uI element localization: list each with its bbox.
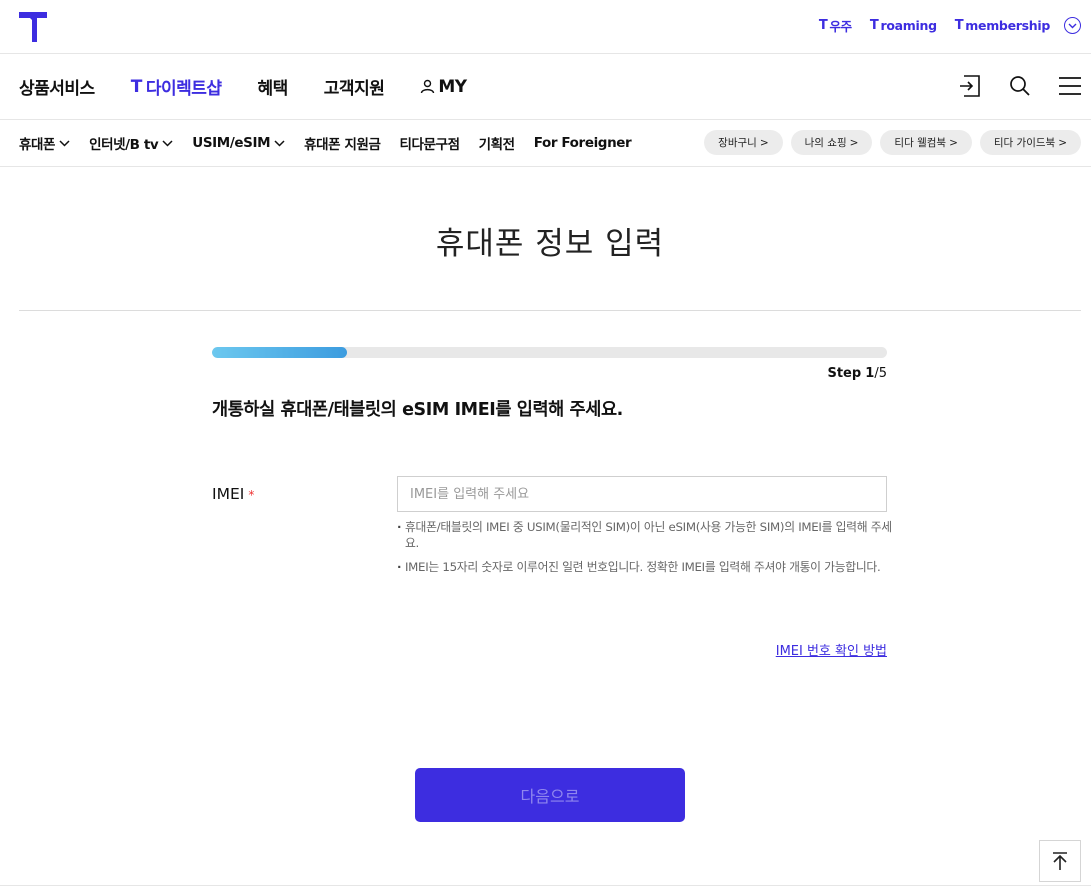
note-item: 휴대폰/태블릿의 IMEI 중 USIM(물리적인 SIM)이 아닌 eSIM(… <box>397 519 892 551</box>
chip-guide-book[interactable]: 티다 가이드북 > <box>979 130 1081 155</box>
note-item: IMEI는 15자리 숫자로 이루어진 일련 번호입니다. 정확한 IMEI를 … <box>397 559 892 575</box>
t-logo[interactable] <box>19 12 47 42</box>
sub-nav: 휴대폰 인터넷/B tv USIM/eSIM 휴대폰 지원금 티다문구점 기획전… <box>0 120 1091 167</box>
chevron-down-icon <box>59 139 70 147</box>
progress-fill <box>212 347 347 358</box>
scroll-top-button[interactable] <box>1039 840 1081 882</box>
subnav-item-exhibition[interactable]: 기획전 <box>479 133 515 153</box>
util-link-universe[interactable]: T 우주 <box>819 16 852 35</box>
subnav-item-phone[interactable]: 휴대폰 <box>19 133 70 153</box>
gnb-item-my[interactable]: MY <box>420 74 467 99</box>
login-icon[interactable] <box>957 73 983 99</box>
chevron-down-circle-icon[interactable] <box>1064 17 1081 34</box>
utility-links: T 우주 Troaming Tmembership <box>801 16 1081 35</box>
required-mark: * <box>248 488 255 502</box>
arrow-up-to-top-icon <box>1053 852 1067 870</box>
form-question: 개통하실 휴대폰/태블릿의 eSIM IMEI를 입력해 주세요. <box>212 400 623 420</box>
divider <box>0 885 1091 886</box>
gnb-item-products[interactable]: 상품서비스 <box>19 74 95 99</box>
page-title: 휴대폰 정보 입력 <box>435 226 665 262</box>
subnav-item-subsidy[interactable]: 휴대폰 지원금 <box>304 133 381 153</box>
progress-bar <box>212 347 887 358</box>
imei-notes: 휴대폰/태블릿의 IMEI 중 USIM(물리적인 SIM)이 아닌 eSIM(… <box>397 519 892 583</box>
util-link-membership[interactable]: Tmembership <box>955 18 1051 33</box>
util-link-roaming[interactable]: Troaming <box>870 18 937 33</box>
subnav-item-internet[interactable]: 인터넷/B tv <box>89 133 173 153</box>
main-nav: 상품서비스 T 다이렉트샵 혜택 고객지원 MY <box>0 54 1091 120</box>
imei-input[interactable] <box>397 476 887 512</box>
chip-welcome-book[interactable]: 티다 웰컴북 > <box>880 130 972 155</box>
gnb-item-support[interactable]: 고객지원 <box>324 74 385 99</box>
subnav-item-foreigner[interactable]: For Foreigner <box>534 133 632 153</box>
gnb-item-benefits[interactable]: 혜택 <box>258 74 289 99</box>
chip-cart[interactable]: 장바구니 > <box>704 130 783 155</box>
chevron-down-icon <box>274 139 285 147</box>
person-icon <box>421 79 435 94</box>
chevron-down-icon <box>162 139 173 147</box>
imei-label: IMEI * <box>212 485 255 503</box>
search-icon[interactable] <box>1007 73 1033 99</box>
divider <box>19 310 1081 311</box>
chip-my-shopping[interactable]: 나의 쇼핑 > <box>790 130 873 155</box>
step-indicator: Step 1/5 <box>827 366 887 381</box>
menu-icon[interactable] <box>1057 73 1083 99</box>
gnb-item-direct-shop[interactable]: T 다이렉트샵 <box>131 74 222 100</box>
subnav-item-usim[interactable]: USIM/eSIM <box>192 133 285 153</box>
subnav-item-stationery[interactable]: 티다문구점 <box>400 133 461 153</box>
next-button[interactable]: 다음으로 <box>415 768 685 822</box>
imei-help-link[interactable]: IMEI 번호 확인 방법 <box>776 640 887 659</box>
top-bar: T 우주 Troaming Tmembership <box>0 0 1091 54</box>
